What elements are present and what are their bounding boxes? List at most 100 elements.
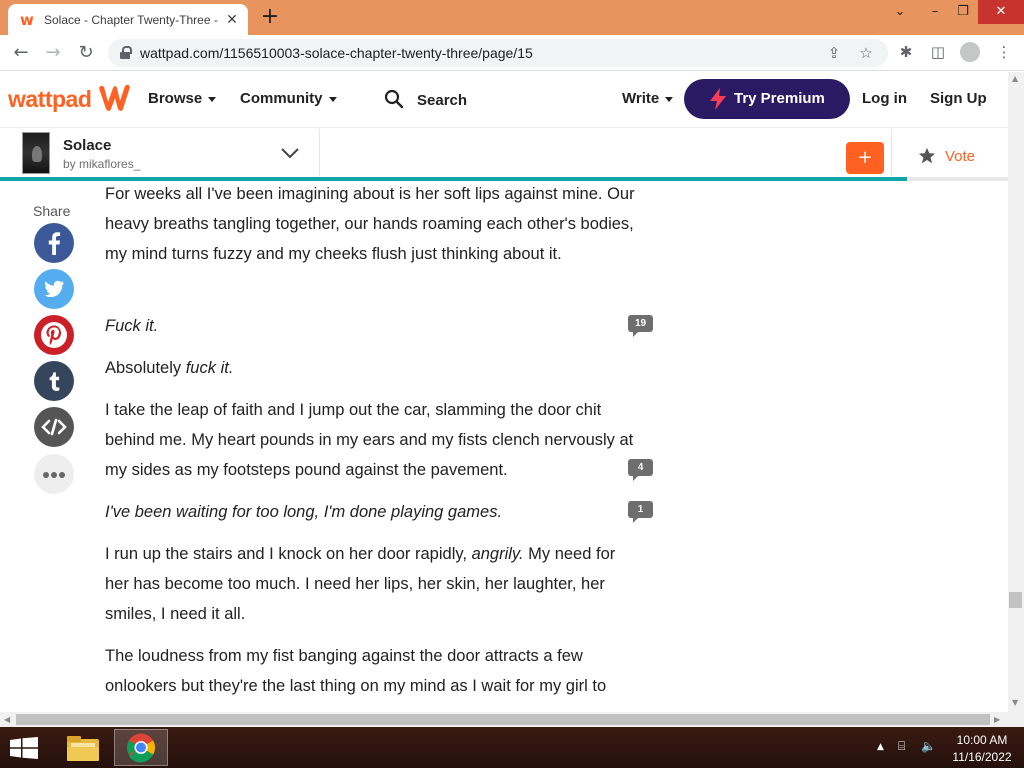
network-icon[interactable]: ⌸ <box>898 739 905 754</box>
caret-down-icon <box>208 96 217 102</box>
scroll-up-arrow-icon[interactable]: ▲ <box>1012 74 1018 83</box>
tumblr-share-button[interactable] <box>34 361 74 401</box>
browser-tab-strip: w Solace - Chapter Twenty-Three - ✕ + ⌄ … <box>0 0 1024 35</box>
scroll-right-arrow-icon[interactable]: ▶ <box>994 715 1000 724</box>
horizontal-scrollbar-thumb[interactable] <box>16 714 990 725</box>
add-to-library-button[interactable]: + <box>846 142 884 174</box>
story-toolbar: Solace by mikaflores_ + Vote <box>0 129 1008 183</box>
browser-tab[interactable]: w Solace - Chapter Twenty-Three - ✕ <box>8 4 248 35</box>
new-tab-button[interactable]: + <box>258 5 282 29</box>
browser-menu-icon[interactable]: ⋮ <box>994 42 1014 62</box>
chrome-icon <box>127 733 155 763</box>
login-link[interactable]: Log in <box>862 90 907 107</box>
scroll-left-arrow-icon[interactable]: ◀ <box>4 715 10 724</box>
star-icon[interactable] <box>918 147 936 165</box>
address-bar[interactable]: wattpad.com/1156510003-solace-chapter-tw… <box>108 39 888 67</box>
side-panel-icon[interactable]: ◫ <box>928 42 948 62</box>
tab-search-icon[interactable]: ⌄ <box>888 0 912 24</box>
more-share-button[interactable] <box>34 454 74 494</box>
inline-comment-button[interactable]: 19 <box>628 315 654 339</box>
community-label: Community <box>240 90 323 107</box>
story-author[interactable]: by mikaflores_ <box>63 157 140 171</box>
paragraph[interactable]: The loudness from my fist banging agains… <box>105 641 635 701</box>
embed-share-button[interactable] <box>34 407 74 447</box>
pinterest-share-button[interactable] <box>34 315 74 355</box>
share-label: Share <box>33 203 71 219</box>
bookmark-star-icon[interactable]: ☆ <box>856 43 876 63</box>
clock-date[interactable]: 11/16/2022 <box>950 750 1014 764</box>
more-icon <box>34 454 74 494</box>
comment-bubble-tail <box>633 331 639 337</box>
paragraph[interactable]: For weeks all I've been imagining about … <box>105 179 635 269</box>
file-explorer-taskbar-button[interactable] <box>58 729 112 766</box>
paragraph[interactable]: I run up the stairs and I knock on her d… <box>105 539 635 629</box>
comment-count: 4 <box>628 459 653 476</box>
windows-taskbar: ▲ ⌸ 🔈 <box>0 727 1024 768</box>
vertical-scrollbar[interactable] <box>1008 72 1024 712</box>
scroll-down-arrow-icon[interactable]: ▼ <box>1012 698 1018 707</box>
comment-count: 1 <box>628 501 653 518</box>
profile-avatar-icon[interactable] <box>960 42 980 62</box>
search-input[interactable]: Search <box>417 92 467 109</box>
paragraph[interactable]: I've been waiting for too long, I'm done… <box>105 497 635 527</box>
italic-text: I've been waiting for too long, I'm done… <box>105 503 503 521</box>
clock-time[interactable]: 10:00 AM <box>950 733 1014 747</box>
close-tab-icon[interactable]: ✕ <box>224 12 240 28</box>
divider <box>319 129 320 177</box>
italic-text: fuck it. <box>185 359 234 377</box>
comment-count: 19 <box>628 315 653 332</box>
extensions-icon[interactable]: ✱ <box>896 42 916 62</box>
community-menu[interactable]: Community <box>240 90 337 107</box>
url-text[interactable]: wattpad.com/1156510003-solace-chapter-tw… <box>140 45 533 61</box>
twitter-icon <box>34 269 74 309</box>
paragraph[interactable]: I take the leap of faith and I jump out … <box>105 395 635 485</box>
twitter-share-button[interactable] <box>34 269 74 309</box>
browser-toolbar: ← → ↻ wattpad.com/1156510003-solace-chap… <box>0 35 1024 71</box>
write-menu[interactable]: Write <box>622 90 674 107</box>
share-page-icon[interactable]: ⇪ <box>824 43 844 63</box>
minimize-button[interactable]: – <box>922 0 948 24</box>
volume-icon[interactable]: 🔈 <box>921 739 936 753</box>
tumblr-icon <box>34 361 74 401</box>
search-icon[interactable] <box>384 89 404 109</box>
facebook-share-button[interactable] <box>34 223 74 263</box>
tab-title: Solace - Chapter Twenty-Three - <box>44 12 218 27</box>
show-hidden-icons-icon[interactable]: ▲ <box>877 742 884 752</box>
lightning-bolt-icon <box>710 88 726 110</box>
italic-text: angrily. <box>471 545 524 563</box>
caret-down-icon <box>328 96 337 102</box>
try-premium-button[interactable]: Try Premium <box>684 79 850 119</box>
chrome-taskbar-button[interactable] <box>114 729 168 766</box>
paragraph-text: I run up the stairs and I knock on her d… <box>105 545 472 563</box>
maximize-button[interactable]: ❐ <box>950 0 976 24</box>
windows-start-icon[interactable] <box>10 737 38 759</box>
close-window-button[interactable]: ✕ <box>978 0 1024 24</box>
comment-bubble-tail <box>633 475 639 481</box>
wattpad-logo[interactable]: wattpad <box>8 86 92 113</box>
comment-bubble-tail <box>633 517 639 523</box>
paragraph[interactable]: Fuck it. <box>105 311 635 341</box>
site-header: wattpad Browse Community Search Write Tr… <box>0 72 1008 128</box>
vote-button[interactable]: Vote <box>945 148 975 165</box>
forward-arrow-icon[interactable]: → <box>40 40 66 66</box>
vertical-scrollbar-thumb[interactable] <box>1009 592 1022 608</box>
back-arrow-icon[interactable]: ← <box>8 40 34 66</box>
try-premium-label: Try Premium <box>734 90 825 107</box>
divider <box>891 129 892 177</box>
signup-link[interactable]: Sign Up <box>930 90 987 107</box>
inline-comment-button[interactable]: 4 <box>628 459 654 483</box>
wattpad-favicon-icon: w <box>20 10 34 29</box>
folder-icon <box>67 736 99 761</box>
story-cover[interactable] <box>22 132 50 174</box>
chevron-down-icon[interactable] <box>280 147 300 159</box>
wattpad-w-logo-icon[interactable] <box>96 82 132 114</box>
story-title[interactable]: Solace <box>63 137 111 154</box>
browse-label: Browse <box>148 90 203 107</box>
caret-down-icon <box>665 96 674 102</box>
paragraph[interactable]: Absolutely fuck it. <box>105 353 635 383</box>
inline-comment-button[interactable]: 1 <box>628 501 654 525</box>
browse-menu[interactable]: Browse <box>148 90 217 107</box>
embed-icon <box>34 407 74 447</box>
screen: w Solace - Chapter Twenty-Three - ✕ + ⌄ … <box>0 0 1024 768</box>
reload-icon[interactable]: ↻ <box>73 40 99 66</box>
